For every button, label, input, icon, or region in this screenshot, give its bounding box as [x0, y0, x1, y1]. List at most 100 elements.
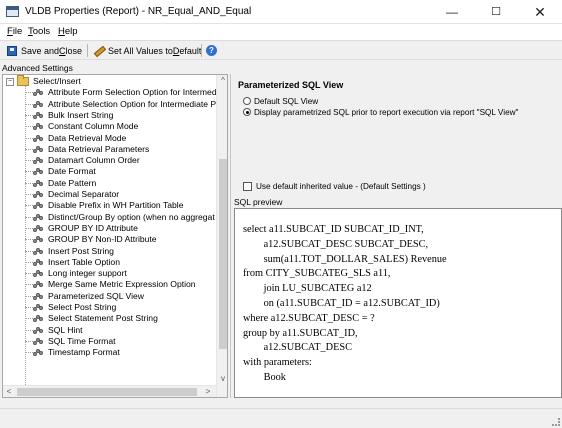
- tree-vertical-scrollbar[interactable]: ^ v: [216, 75, 227, 397]
- tree-item-label: Constant Column Mode: [48, 121, 139, 132]
- tree-item-label: Attribute Selection Option for Intermedi…: [48, 98, 217, 109]
- tree-item[interactable]: Attribute Form Selection Option for Inte…: [3, 87, 217, 98]
- pencil-icon: [93, 45, 104, 56]
- tree-horizontal-scrollbar[interactable]: < >: [3, 385, 216, 397]
- tree-item[interactable]: GROUP BY Non-ID Attribute: [3, 234, 216, 245]
- tree-item-label: Attribute Form Selection Option for Inte…: [48, 87, 217, 98]
- menu-bar: File Tools Help: [0, 24, 562, 40]
- menu-tools[interactable]: Tools: [28, 26, 50, 37]
- tree-item[interactable]: Long integer support: [3, 268, 216, 279]
- tree-connector: [25, 216, 33, 218]
- tree-item[interactable]: Datamart Column Order: [3, 155, 216, 166]
- use-default-checkbox[interactable]: [243, 181, 252, 191]
- property-icon: [33, 134, 43, 143]
- property-icon: [33, 348, 43, 357]
- scroll-thumb[interactable]: [219, 159, 227, 349]
- help-button[interactable]: ?: [206, 43, 217, 58]
- property-icon: [33, 314, 43, 323]
- tree-item[interactable]: Insert Table Option: [3, 257, 216, 268]
- tree-item[interactable]: Data Retrieval Parameters: [3, 144, 216, 155]
- property-icon: [33, 122, 43, 131]
- maximize-button[interactable]: ☐: [474, 0, 518, 24]
- tree-item[interactable]: Data Retrieval Mode: [3, 133, 216, 144]
- property-icon: [33, 247, 43, 256]
- tree-connector: [25, 239, 33, 241]
- tree-item[interactable]: Timestamp Format: [3, 347, 216, 358]
- panel-splitter[interactable]: [230, 74, 231, 398]
- use-default-label: Use default inherited value - (Default S…: [256, 181, 426, 191]
- toolbar-separator: [87, 44, 88, 57]
- scroll-down-arrow-icon[interactable]: v: [217, 373, 227, 385]
- minimize-button[interactable]: —: [430, 0, 474, 24]
- sql-preview-box[interactable]: select a11.SUBCAT_ID SUBCAT_ID_INT, a12.…: [234, 208, 562, 398]
- tree-item[interactable]: GROUP BY ID Attribute: [3, 223, 216, 234]
- tree-connector: [25, 126, 33, 128]
- scroll-up-arrow-icon[interactable]: ^: [217, 75, 227, 87]
- tree-item[interactable]: Constant Column Mode: [3, 121, 216, 132]
- tree-item[interactable]: Parameterized SQL View: [3, 290, 216, 302]
- tree-connector: [25, 148, 33, 150]
- tree-item[interactable]: Disable Prefix in WH Partition Table: [3, 200, 216, 211]
- tree-item[interactable]: Insert Post String: [3, 246, 216, 257]
- scroll-thumb[interactable]: [17, 388, 197, 396]
- help-icon: ?: [206, 45, 217, 56]
- tree-root-select-insert[interactable]: − Select/Insert: [3, 75, 216, 87]
- property-icon: [33, 235, 43, 244]
- tree-connector: [25, 318, 33, 320]
- menu-help-label: elp: [64, 26, 78, 37]
- tree-item[interactable]: Bulk Insert String: [3, 110, 216, 121]
- menu-file-label: ile: [12, 26, 23, 37]
- tree-item[interactable]: Select Post String: [3, 302, 216, 313]
- save-icon: [7, 45, 17, 56]
- tree-item[interactable]: Decimal Separator: [3, 189, 216, 200]
- property-icon: [33, 326, 43, 335]
- property-icon: [33, 156, 43, 165]
- tree-item[interactable]: Date Pattern: [3, 178, 216, 189]
- radio-button-selected[interactable]: [243, 108, 251, 116]
- radio-default-sql-view[interactable]: Default SQL View: [243, 96, 318, 106]
- tree-item-label: Merge Same Metric Expression Option: [48, 279, 196, 290]
- tree-connector: [25, 340, 33, 342]
- property-icon: [33, 88, 43, 97]
- tree-connector: [25, 250, 33, 252]
- set-all-default-label-post: efault: [179, 45, 202, 56]
- tree-item[interactable]: SQL Time Format: [3, 336, 216, 347]
- tree-connector: [25, 92, 33, 94]
- menu-file[interactable]: File: [7, 26, 22, 37]
- set-all-default-button[interactable]: Set All Values to Default: [93, 43, 201, 58]
- menu-help[interactable]: Help: [58, 26, 78, 37]
- radio-parametrized-sql[interactable]: Display parametrized SQL prior to report…: [243, 107, 518, 117]
- window-app-icon: [6, 6, 19, 17]
- property-icon: [33, 337, 43, 346]
- tree-connector: [25, 160, 33, 162]
- tree-item[interactable]: Attribute Selection Option for Intermedi…: [3, 99, 216, 110]
- tree-item-label: Disable Prefix in WH Partition Table: [48, 200, 184, 211]
- tree-root-label: Select/Insert: [33, 76, 81, 86]
- tree-item[interactable]: Merge Same Metric Expression Option: [3, 279, 216, 290]
- tree-item[interactable]: SQL Hint: [3, 325, 216, 336]
- folder-icon: [17, 75, 29, 86]
- tree-item-label: Select Post String: [48, 302, 117, 312]
- tree-connector: [25, 103, 33, 105]
- use-default-checkbox-row[interactable]: Use default inherited value - (Default S…: [243, 181, 426, 191]
- radio-button[interactable]: [243, 97, 251, 105]
- property-icon: [33, 167, 43, 176]
- scroll-right-arrow-icon[interactable]: >: [202, 386, 214, 397]
- tree-item[interactable]: Distinct/Group By option (when no aggreg…: [3, 212, 216, 223]
- tree-item[interactable]: Date Format: [3, 166, 216, 177]
- save-and-close-label-pre: Save and: [21, 45, 60, 56]
- close-button[interactable]: ✕: [518, 0, 562, 24]
- tree-item-label: Data Retrieval Parameters: [48, 143, 150, 154]
- tree-item[interactable]: Select Statement Post String: [3, 313, 216, 324]
- tree-item-label: Bulk Insert String: [48, 109, 114, 120]
- save-and-close-button[interactable]: Save and Close: [7, 43, 82, 58]
- tree-item-label: Timestamp Format: [48, 347, 120, 358]
- menu-help-mnemonic: H: [58, 26, 65, 37]
- collapse-icon[interactable]: −: [6, 78, 14, 86]
- settings-tree[interactable]: − Select/Insert Attribute Form Selection…: [2, 74, 228, 398]
- scroll-left-arrow-icon[interactable]: <: [3, 386, 15, 397]
- resize-grip-icon[interactable]: [552, 418, 560, 426]
- tree-connector: [25, 114, 33, 116]
- advanced-settings-label: Advanced Settings: [2, 63, 73, 73]
- tree-connector: [25, 194, 33, 195]
